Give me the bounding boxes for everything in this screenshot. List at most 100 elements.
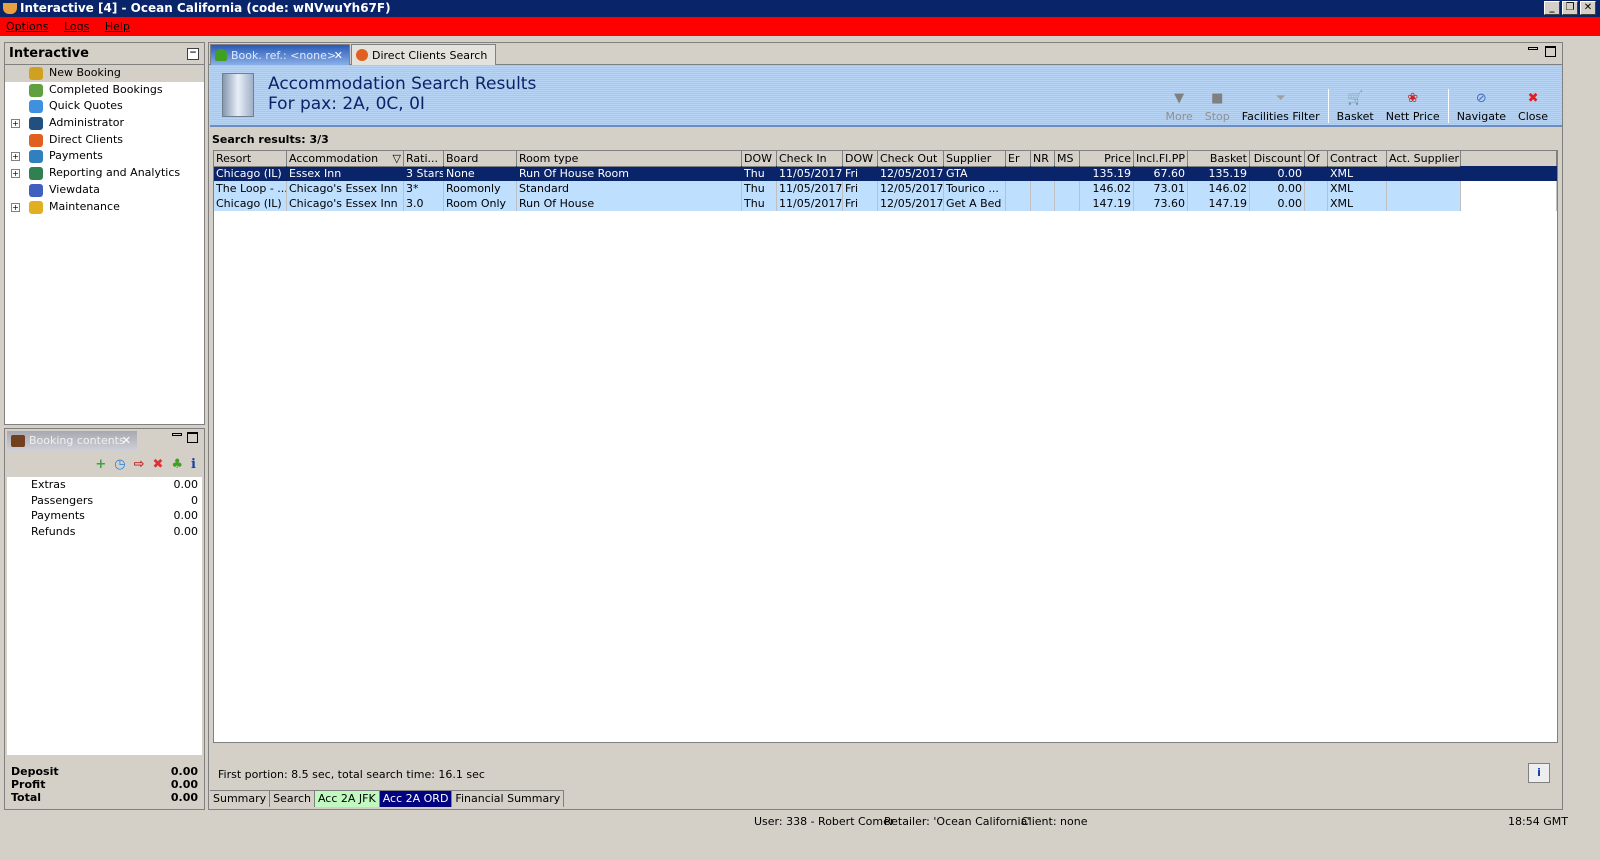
report-icon [29,167,43,181]
sidebar-item-administrator[interactable]: + Administrator [5,115,204,132]
column-header-ms[interactable]: MS [1055,151,1080,167]
sidebar-item-reporting-and-analytics[interactable]: + Reporting and Analytics [5,165,204,182]
basket-move-icon[interactable]: ⇨ [134,457,145,472]
cell-resort: Chicago (IL) [214,196,287,211]
row-filler [1461,181,1557,196]
column-header-resort[interactable]: Resort [214,151,287,167]
sidebar-item-maintenance[interactable]: + Maintenance [5,199,204,216]
status-time: 18:54 GMT [1508,815,1568,828]
expand-icon[interactable]: + [11,152,20,162]
basket-icon: 🛒 [1347,91,1364,106]
stop-button[interactable]: ■ Stop [1199,91,1236,123]
booking-row-label: Extras [31,478,66,491]
maximize-icon[interactable] [1545,46,1556,57]
column-header-contract[interactable]: Contract [1328,151,1387,167]
column-header-supplier[interactable]: Supplier [944,151,1006,167]
column-header-incl-fl-pp[interactable]: Incl.Fl.PP [1134,151,1188,167]
clock-icon[interactable]: ◷ [114,457,125,472]
minimize-button[interactable]: _ [1544,1,1560,15]
cell-ms [1055,181,1080,196]
cell-check-out: 12/05/2017 [880,166,944,181]
column-header-accommodation[interactable]: Accommodation ▽ [287,151,404,167]
column-header-price[interactable]: Price [1080,151,1134,167]
bottom-tab-search[interactable]: Search [270,791,315,807]
sidebar-item-direct-clients[interactable]: Direct Clients [5,132,204,149]
filter-icon[interactable]: ▽ [393,151,401,166]
column-header-discount[interactable]: Discount [1250,151,1305,167]
clock-icon [29,100,43,114]
booking-row: Extras 0.00 [7,477,202,493]
nett-price-button[interactable]: ❀ Nett Price [1380,91,1446,123]
column-header-er[interactable]: Er [1006,151,1031,167]
palm-tree-icon [215,49,227,61]
info-button[interactable]: i [1528,763,1550,783]
booking-contents-tab[interactable]: Booking contents ✕ [7,431,137,451]
cell-of [1305,166,1328,181]
delete-icon[interactable]: ✖ [152,457,163,472]
menu-logs[interactable]: Logs [64,20,89,33]
column-header-nr[interactable]: NR [1031,151,1055,167]
sidebar-item-quick-quotes[interactable]: Quick Quotes [5,98,204,115]
column-header-check-out[interactable]: Check Out [878,151,944,167]
more-button[interactable]: ▼ More [1159,91,1198,123]
bottom-tab-financial-summary[interactable]: Financial Summary [452,791,565,807]
sidebar-item-completed-bookings[interactable]: Completed Bookings [5,82,204,99]
close-icon[interactable]: ✕ [122,431,131,451]
cell-board: Room Only [444,196,517,211]
nett-price-label: Nett Price [1385,110,1440,123]
restore-button[interactable]: ❐ [1562,1,1578,15]
tab-direct-clients-search[interactable]: Direct Clients Search [351,44,496,65]
column-header-room-type[interactable]: Room type [517,151,742,167]
expand-icon[interactable]: + [11,202,20,212]
cell-accommodation: Essex Inn [287,166,404,181]
column-header-board[interactable]: Board [444,151,517,167]
close-window-button[interactable]: ✕ [1580,1,1596,15]
facilities-filter-button[interactable]: ⏷ Facilities Filter [1236,91,1326,123]
collapse-button[interactable]: − [187,48,199,60]
cell-rati-: 3 Stars [406,166,444,181]
info-icon[interactable]: i [191,457,196,472]
menu-options[interactable]: Options [6,20,48,33]
close-tab-icon[interactable]: ✕ [334,45,343,66]
sidebar-item-viewdata[interactable]: Viewdata [5,182,204,199]
table-row[interactable]: Chicago (IL) Chicago's Essex Inn 3.0 Room O… [214,196,1557,211]
column-header-basket[interactable]: Basket [1188,151,1250,167]
palm-tree-icon [29,67,43,80]
column-header-act-supplier[interactable]: Act. Supplier [1387,151,1461,167]
basket-label: Basket [1336,110,1374,123]
column-header-rati-[interactable]: Rati... [404,151,444,167]
bottom-tab-acc-2a-ord[interactable]: Acc 2A ORD [379,791,453,807]
expand-icon[interactable]: + [11,119,20,129]
tab-booking[interactable]: Book. ref.: <none> ✕ [210,44,350,65]
navigate-button[interactable]: ⊘ Navigate [1451,91,1512,123]
booking-row-value: 0.00 [173,478,199,491]
close-button[interactable]: ✖ Close [1512,91,1554,123]
basket-button[interactable]: 🛒 Basket [1331,91,1380,123]
menu-help[interactable]: Help [105,20,130,33]
expand-icon[interactable]: + [11,169,20,179]
minimize-icon[interactable] [172,433,182,436]
bottom-tab-acc-2a-jfk[interactable]: Acc 2A JFK [314,791,380,807]
add-icon[interactable]: + [95,457,106,472]
cell-accommodation: Chicago's Essex Inn [287,181,404,196]
sidebar-item-new-booking[interactable]: New Booking [5,65,204,82]
table-row[interactable]: Chicago (IL) Essex Inn 3 Stars None Run Of H… [214,166,1557,181]
status-retailer: Retailer: 'Ocean California' [884,815,1031,828]
sidebar-item-payments[interactable]: + Payments [5,148,204,165]
palm-tree-icon[interactable]: ♣ [171,457,183,472]
results-toolbar: ▼ More ■ Stop ⏷ Facilities Filter 🛒 Basket ❀ Nett… [1159,79,1554,123]
cell-nr [1031,196,1055,211]
sidebar-item-label: Completed Bookings [49,82,163,96]
column-header-of[interactable]: Of [1305,151,1328,167]
tab-label: Direct Clients Search [372,49,488,62]
table-row[interactable]: The Loop - ... Chicago's Essex Inn 3* Roomo… [214,181,1557,196]
bottom-tab-summary[interactable]: Summary [210,791,271,807]
column-header-check-in[interactable]: Check In [777,151,843,167]
cell-nr [1031,166,1055,181]
results-table: Resort Accommodation ▽ Rati... Board Room typ… [213,150,1558,743]
minimize-icon[interactable] [1528,47,1538,50]
column-header-dow[interactable]: DOW [843,151,878,167]
cell-ms [1055,166,1080,181]
maximize-icon[interactable] [187,432,198,443]
column-header-dow[interactable]: DOW [742,151,777,167]
